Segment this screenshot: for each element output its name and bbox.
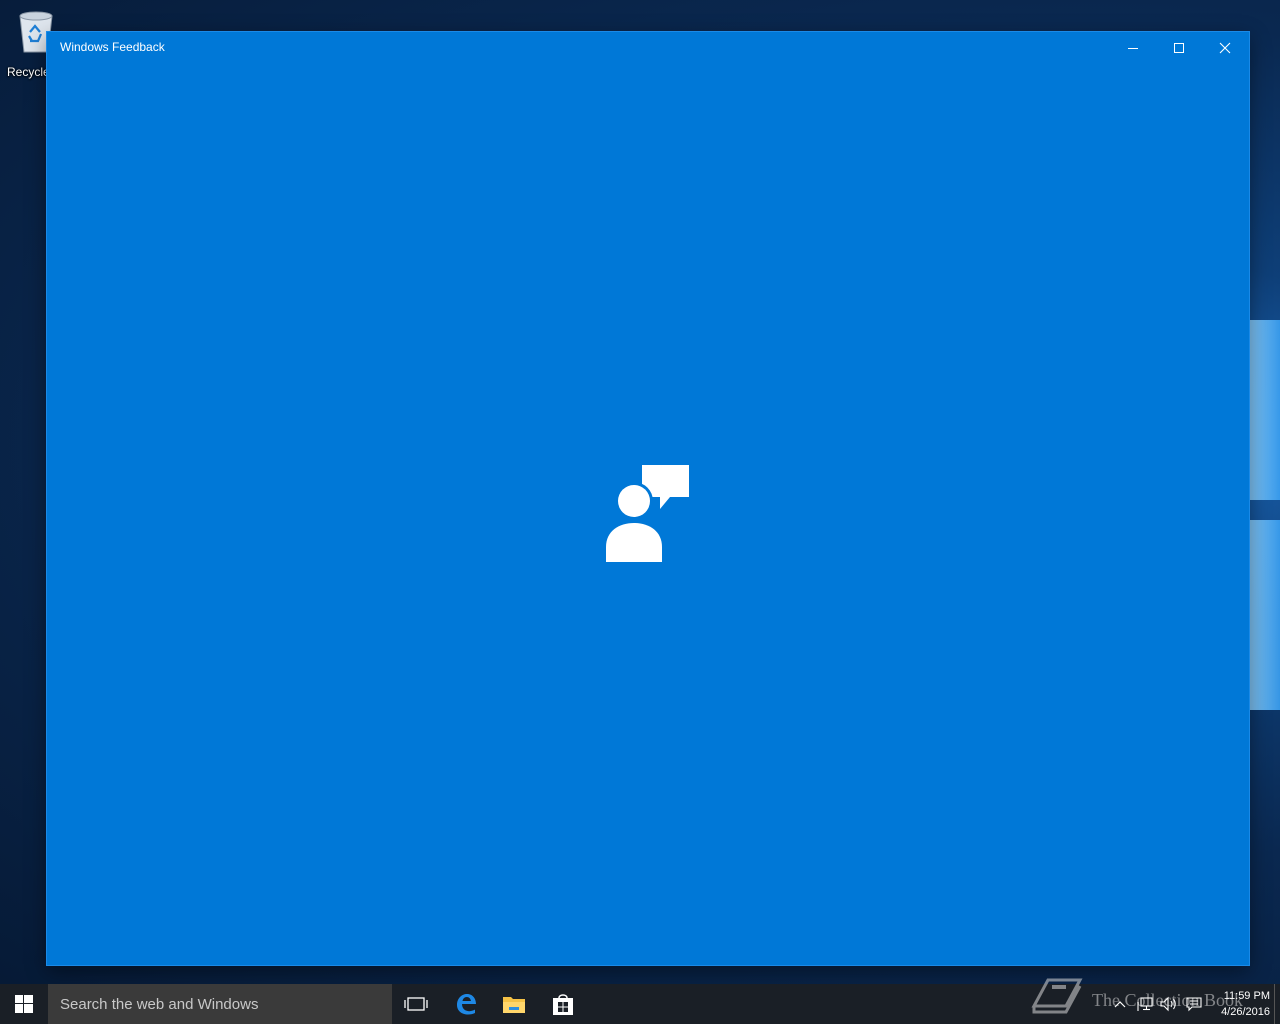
edge-button[interactable] bbox=[442, 984, 490, 1024]
show-desktop-button[interactable] bbox=[1274, 984, 1280, 1024]
close-button[interactable] bbox=[1202, 32, 1248, 63]
volume-button[interactable] bbox=[1159, 994, 1179, 1014]
recycle-bin-label: Recycle bbox=[7, 65, 50, 79]
window-title: Windows Feedback bbox=[60, 40, 165, 54]
feedback-app-window: Windows Feedback bbox=[47, 32, 1249, 965]
minimize-button[interactable] bbox=[1110, 32, 1156, 63]
folder-icon bbox=[503, 997, 525, 1013]
minimize-icon bbox=[1128, 47, 1138, 49]
windows-start-icon bbox=[15, 995, 33, 1013]
close-icon bbox=[1219, 42, 1231, 53]
chevron-up-icon bbox=[1114, 1001, 1126, 1008]
file-explorer-button[interactable] bbox=[490, 984, 538, 1024]
store-button[interactable] bbox=[539, 984, 587, 1024]
volume-icon bbox=[1160, 996, 1176, 1012]
clock[interactable]: 11:59 PM 4/26/2016 bbox=[1206, 988, 1270, 1020]
maximize-icon bbox=[1174, 42, 1184, 53]
task-view-button[interactable] bbox=[392, 984, 440, 1024]
desktop-icon-recycle-bin[interactable]: Recycle bbox=[0, 6, 53, 79]
search-placeholder: Search the web and Windows bbox=[60, 996, 259, 1013]
clock-time: 11:59 PM bbox=[1223, 990, 1270, 1002]
search-box[interactable]: Search the web and Windows bbox=[48, 984, 392, 1024]
show-hidden-icons-button[interactable] bbox=[1110, 994, 1130, 1014]
network-icon bbox=[1137, 997, 1153, 1011]
maximize-button[interactable] bbox=[1156, 32, 1202, 63]
store-icon bbox=[553, 994, 573, 1015]
windows-logo-wallpaper bbox=[1249, 320, 1280, 710]
taskbar: Search the web and Windows The Collectio… bbox=[0, 978, 1280, 1024]
edge-icon bbox=[457, 994, 476, 1015]
start-button[interactable] bbox=[0, 984, 48, 1024]
feedback-person-speech-icon bbox=[606, 465, 689, 562]
network-button[interactable] bbox=[1135, 994, 1155, 1014]
book-icon bbox=[1031, 978, 1083, 1014]
action-center-button[interactable] bbox=[1184, 994, 1204, 1014]
clock-date: 4/26/2016 bbox=[1221, 1006, 1270, 1018]
task-view-icon bbox=[404, 997, 428, 1011]
window-titlebar[interactable]: Windows Feedback bbox=[47, 32, 1249, 63]
action-center-icon bbox=[1186, 997, 1202, 1012]
